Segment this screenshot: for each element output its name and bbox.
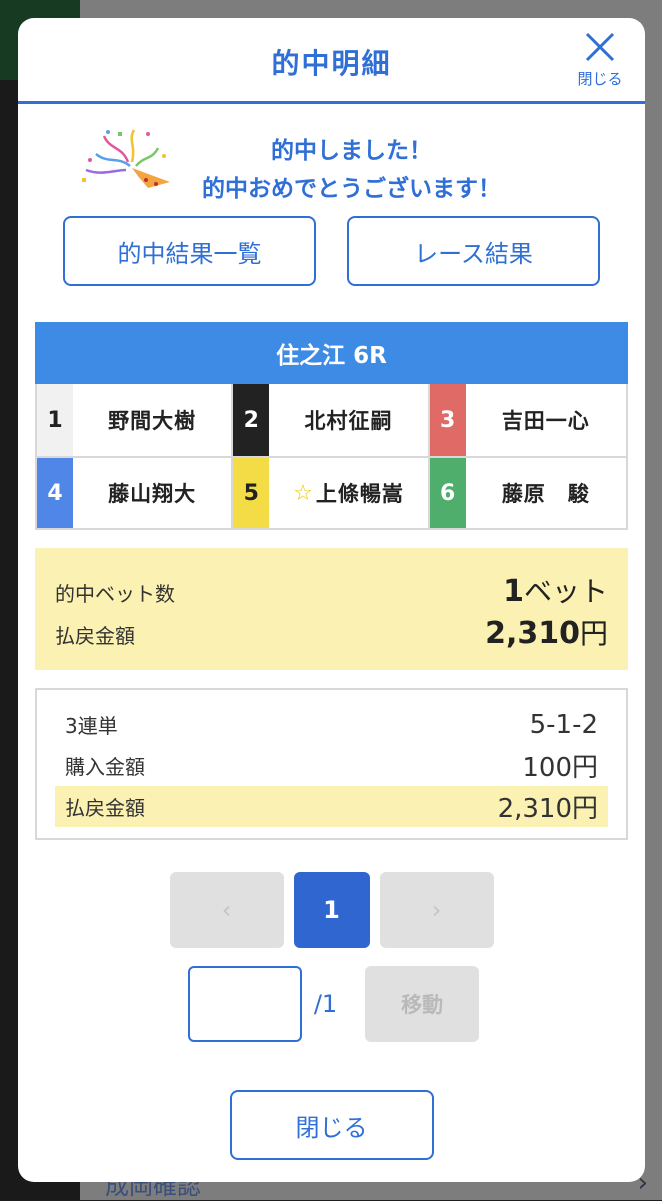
jump-button[interactable]: 移動 (365, 966, 480, 1042)
racer-cell: 1 野間大樹 (37, 384, 234, 456)
payout-row: 払戻金額 2,310円 (55, 612, 608, 654)
close-button[interactable]: 閉じる (229, 1090, 434, 1160)
page-jump: /1 移動 (18, 966, 645, 1042)
racer-name-text: 藤原 駿 (501, 482, 590, 506)
racer-name: ☆ 上條暢嵩 (269, 458, 427, 528)
racer-name: 北村征嗣 (269, 384, 427, 456)
racer-grid: 1 野間大樹 2 北村征嗣 3 吉田一心 4 藤山翔大 5 ☆ 上條暢嵩 6 藤原 駿 (35, 384, 628, 530)
racer-name-text: 北村征嗣 (304, 409, 393, 433)
bet-detail: 3連単 5-1-2 購入金額 100円 払戻金額 2,310円 (35, 688, 628, 840)
racer-cell: 4 藤山翔大 (37, 456, 234, 528)
racer-number: 3 (429, 384, 466, 456)
congrats-line1: 的中しました！ (271, 138, 432, 164)
racer-cell: 2 北村征嗣 (233, 384, 430, 456)
bets-label: 的中ベット数 (55, 582, 175, 606)
bets-row: 的中ベット数 1ベット (55, 570, 608, 612)
racer-cell: 6 藤原 駿 (429, 456, 626, 528)
racer-name: 吉田一心 (466, 384, 626, 456)
racer-number: 2 (233, 384, 270, 456)
modal-close-button[interactable]: 閉じる (573, 30, 627, 96)
next-page-button[interactable]: › (379, 872, 494, 948)
racer-name: 藤山翔大 (73, 458, 231, 528)
bet-type-row: 3連単 5-1-2 (55, 704, 608, 745)
page-number-input[interactable] (187, 966, 302, 1042)
racer-name-text: 吉田一心 (501, 409, 590, 433)
star-icon: ☆ (293, 480, 314, 506)
racer-name: 藤原 駿 (466, 458, 626, 528)
purchase-value: 100円 (522, 753, 598, 783)
racer-cell: 3 吉田一心 (429, 384, 626, 456)
page-total: /1 (313, 990, 338, 1018)
bets-value: 1ベット (503, 574, 608, 609)
close-label: 閉じる (577, 70, 623, 88)
racer-name-text: 上條暢嵩 (315, 482, 404, 506)
hit-summary: 的中ベット数 1ベット 払戻金額 2,310円 (35, 548, 628, 670)
detail-payout-label: 払戻金額 (65, 796, 145, 820)
payout-value: 2,310円 (485, 616, 608, 651)
race-title: 住之江 6R (35, 322, 628, 384)
modal-title: 的中明細 (271, 46, 392, 80)
detail-payout-row: 払戻金額 2,310円 (55, 786, 608, 827)
hit-detail-modal: 的中明細 閉じる 的中しました！ 的中おめでとうございます！ 的中結果一覧 レー… (18, 18, 645, 1182)
racer-name-text: 藤山翔大 (108, 482, 197, 506)
modal-header: 的中明細 閉じる (18, 18, 645, 104)
racer-cell: 5 ☆ 上條暢嵩 (233, 456, 430, 528)
top-buttons: 的中結果一覧 レース結果 (18, 216, 645, 286)
racer-number: 6 (429, 458, 466, 528)
pagination: ‹ 1 › (18, 872, 645, 948)
congrats-line2: 的中おめでとうございます！ (202, 176, 501, 202)
congrats-banner: 的中しました！ 的中おめでとうございます！ (18, 104, 645, 212)
detail-payout-value: 2,310円 (497, 794, 598, 824)
close-icon (585, 32, 615, 62)
payout-label: 払戻金額 (55, 624, 135, 648)
bet-type-label: 3連単 (65, 714, 118, 738)
race-results-button[interactable]: レース結果 (347, 216, 600, 286)
bet-type-value: 5-1-2 (529, 709, 598, 740)
prev-page-button[interactable]: ‹ (169, 872, 284, 948)
hit-results-list-button[interactable]: 的中結果一覧 (63, 216, 316, 286)
purchase-row: 購入金額 100円 (55, 745, 608, 786)
current-page-button[interactable]: 1 (293, 872, 370, 948)
racer-number: 4 (37, 458, 73, 528)
congrats-text: 的中しました！ 的中おめでとうございます！ (18, 132, 645, 208)
racer-number: 1 (37, 384, 73, 456)
racer-number: 5 (233, 458, 270, 528)
purchase-label: 購入金額 (65, 755, 145, 779)
racer-name: 野間大樹 (73, 384, 231, 456)
racer-name-text: 野間大樹 (108, 409, 197, 433)
